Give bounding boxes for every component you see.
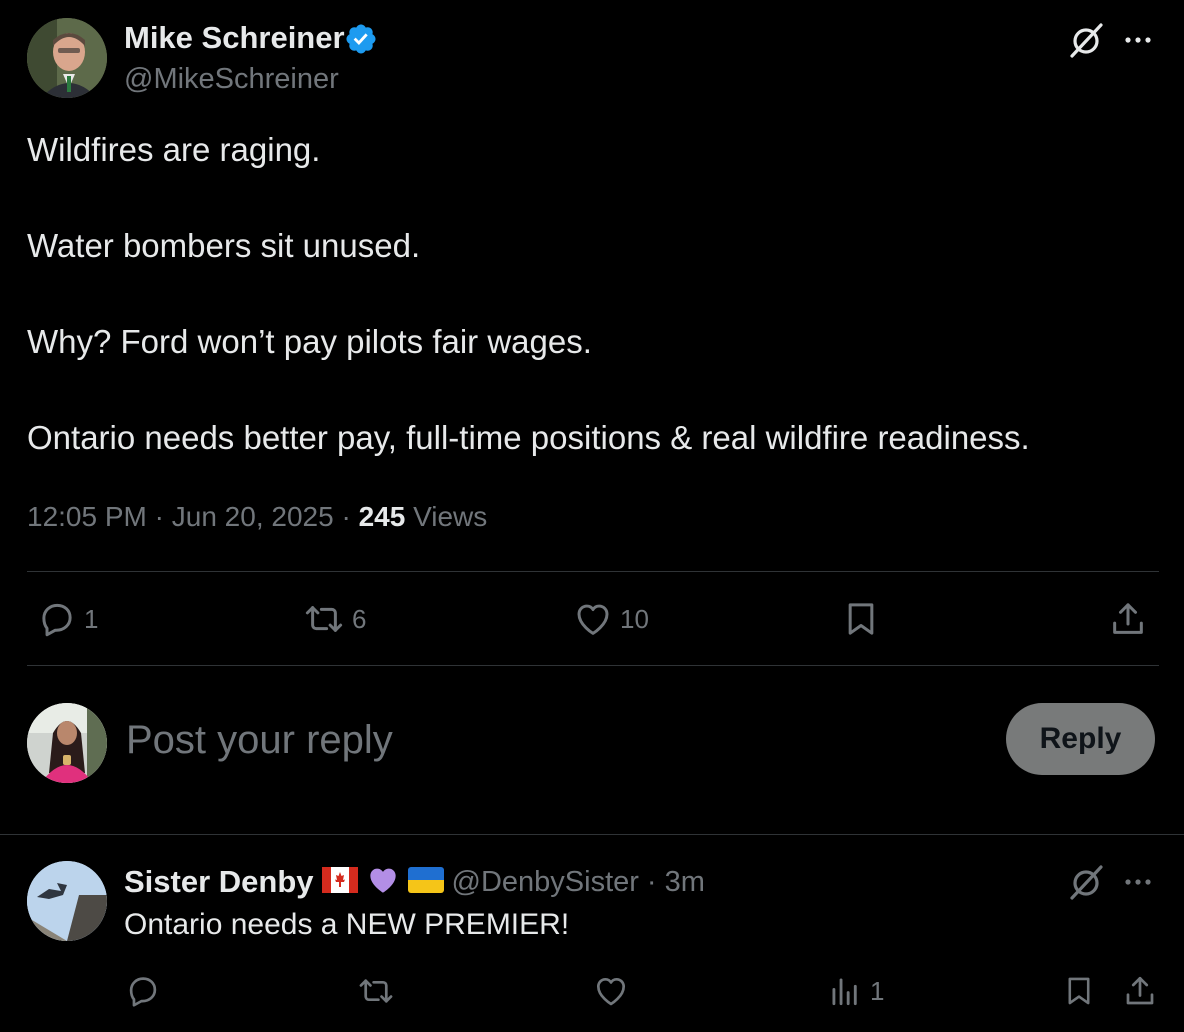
bookmark-icon — [841, 598, 881, 640]
like-action-button[interactable]: 10 — [572, 598, 649, 640]
meta-separator: · — [646, 865, 657, 898]
reply-submit-button[interactable]: Reply — [1006, 703, 1155, 775]
ukraine-flag-icon — [407, 866, 444, 898]
repost-count: 6 — [352, 604, 367, 634]
post-text-line: Ontario needs better pay, full-time posi… — [27, 419, 1030, 456]
repost-action-button[interactable]: 6 — [302, 598, 366, 640]
purple-heart-icon — [366, 864, 400, 901]
reply-input[interactable] — [126, 712, 946, 768]
divider — [27, 571, 1159, 572]
views-count: 1 — [870, 976, 885, 1006]
post-time[interactable]: 12:05 PM — [27, 501, 147, 532]
reply-author-handle[interactable]: @DenbySister — [452, 862, 639, 902]
grok-icon[interactable] — [1066, 862, 1106, 902]
views-icon — [826, 972, 864, 1010]
like-action-button[interactable] — [592, 972, 630, 1010]
share-icon — [1108, 598, 1148, 640]
repost-icon — [356, 972, 396, 1010]
author-name[interactable]: Mike Schreiner — [124, 18, 345, 58]
current-user-avatar[interactable] — [27, 703, 107, 783]
share-icon — [1122, 972, 1158, 1010]
grok-icon[interactable] — [1066, 20, 1106, 60]
bookmark-action-button[interactable] — [1062, 972, 1096, 1010]
reply-author-avatar[interactable] — [27, 861, 107, 941]
bookmark-icon — [1062, 972, 1096, 1010]
reply-text: Ontario needs a NEW PREMIER! — [124, 908, 570, 941]
reply-icon — [36, 598, 78, 640]
reply-count: 1 — [84, 604, 99, 634]
verified-badge-icon — [344, 22, 378, 56]
repost-action-button[interactable] — [356, 972, 396, 1010]
bookmark-action-button[interactable] — [841, 598, 881, 640]
like-icon — [572, 598, 614, 640]
share-action-button[interactable] — [1108, 598, 1148, 640]
reply-action-button[interactable] — [124, 972, 162, 1010]
like-icon — [592, 972, 630, 1010]
views-count: 245 — [358, 501, 406, 532]
post-text-line: Water bombers sit unused. — [27, 227, 421, 264]
repost-icon — [302, 598, 346, 640]
more-icon[interactable] — [1118, 24, 1158, 56]
reply-time[interactable]: 3m — [665, 866, 705, 899]
like-count: 10 — [620, 604, 649, 634]
post-date[interactable]: Jun 20, 2025 — [172, 501, 334, 532]
more-icon[interactable] — [1118, 866, 1158, 898]
author-avatar[interactable] — [27, 18, 107, 98]
post-metadata: 12:05 PM · Jun 20, 2025 · 245 Views — [27, 498, 487, 536]
canada-flag-icon — [321, 866, 358, 898]
views-label: Views — [413, 501, 488, 532]
meta-separator: · — [154, 501, 164, 532]
reply-icon — [124, 972, 162, 1010]
views-action-button[interactable]: 1 — [826, 972, 884, 1010]
share-action-button[interactable] — [1122, 972, 1158, 1010]
post-text-line: Wildfires are raging. — [27, 131, 321, 168]
divider — [27, 665, 1159, 666]
divider — [0, 834, 1184, 835]
post-text-line: Why? Ford won’t pay pilots fair wages. — [27, 323, 592, 360]
meta-separator: · — [341, 501, 351, 532]
author-handle[interactable]: @MikeSchreiner — [124, 60, 339, 98]
reply-action-button[interactable]: 1 — [36, 598, 98, 640]
reply-header: Sister Denby @DenbySister · 3m — [124, 862, 705, 902]
reply-author-name[interactable]: Sister Denby — [124, 862, 314, 902]
